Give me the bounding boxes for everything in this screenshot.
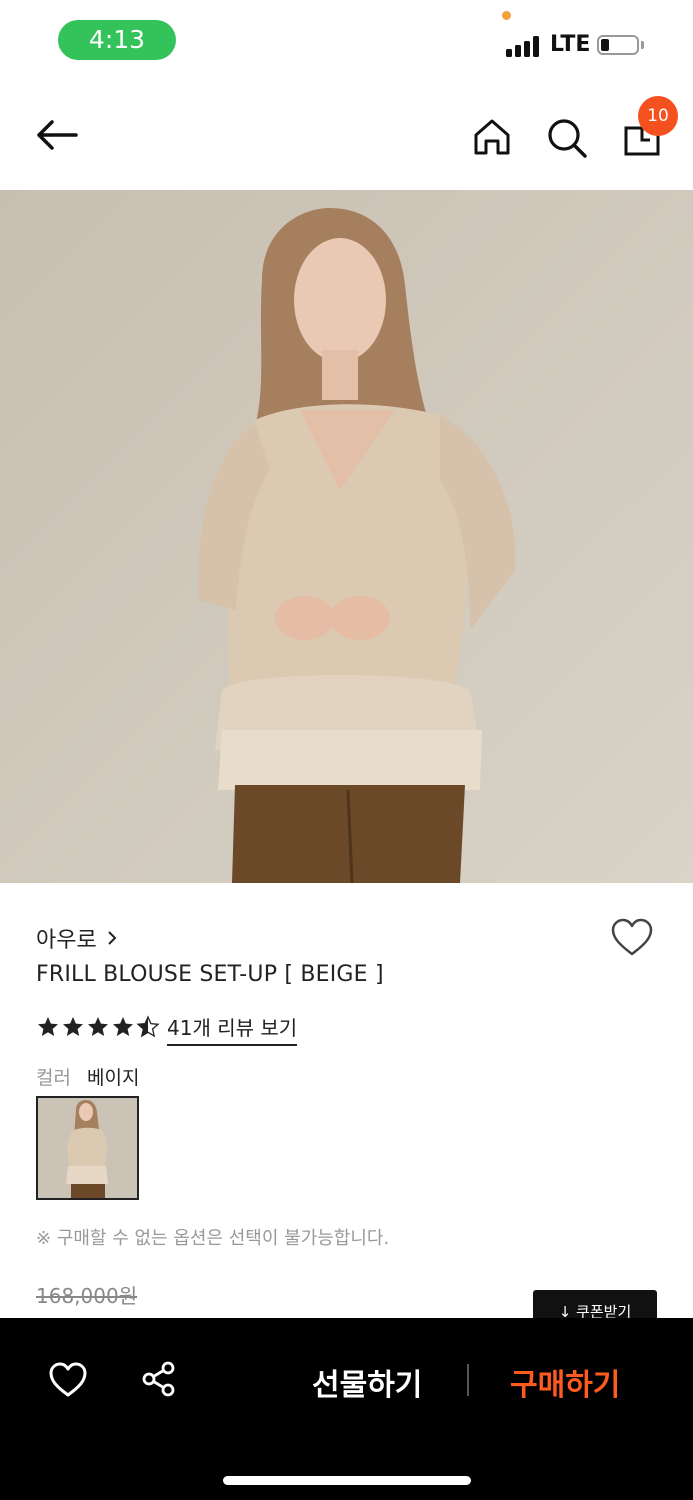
color-value: 베이지 (87, 1067, 140, 1089)
home-indicator[interactable] (223, 1476, 471, 1485)
color-swatch-thumbnail[interactable] (36, 1096, 139, 1200)
product-image[interactable] (0, 190, 693, 883)
star-icon (38, 1017, 58, 1036)
color-option-row: 컬러 베이지 (36, 1063, 139, 1090)
brand-name: 아우로 (36, 928, 97, 953)
search-icon[interactable] (546, 117, 588, 159)
star-icon (113, 1017, 133, 1036)
brand-link[interactable]: 아우로 (36, 922, 117, 954)
star-icon (63, 1017, 83, 1036)
battery-cap (641, 41, 644, 49)
gift-button[interactable]: 선물하기 (312, 1360, 422, 1404)
color-label: 컬러 (36, 1067, 71, 1089)
battery-icon (597, 35, 639, 55)
network-label: LTE (550, 32, 591, 57)
star-icon (88, 1017, 108, 1036)
rating-stars (36, 1012, 160, 1042)
top-navigation (0, 80, 693, 190)
bottom-action-bar (0, 1318, 693, 1500)
home-icon[interactable] (472, 117, 512, 157)
signal-icon (506, 35, 542, 57)
heart-icon[interactable] (48, 1362, 88, 1398)
chevron-right-icon (108, 931, 117, 945)
button-divider (467, 1364, 469, 1396)
privacy-indicator-dot (502, 11, 511, 20)
buy-button[interactable]: 구매하기 (510, 1360, 620, 1404)
star-half-icon (136, 1015, 160, 1038)
status-time: 4:13 (58, 20, 176, 60)
product-name: FRILL BLOUSE SET-UP [ BEIGE ] (36, 962, 384, 987)
cart-count-badge: 10 (638, 96, 678, 136)
status-bar: 4:13 LTE (0, 0, 693, 80)
review-link[interactable]: 41개 리뷰 보기 (167, 1012, 298, 1046)
option-notice: ※ 구매할 수 없는 옵션은 선택이 불가능합니다. (36, 1228, 390, 1249)
share-icon[interactable] (140, 1360, 178, 1398)
back-arrow-icon[interactable] (34, 118, 80, 152)
original-price: 168,000원 (36, 1284, 138, 1308)
heart-icon[interactable] (610, 918, 654, 958)
